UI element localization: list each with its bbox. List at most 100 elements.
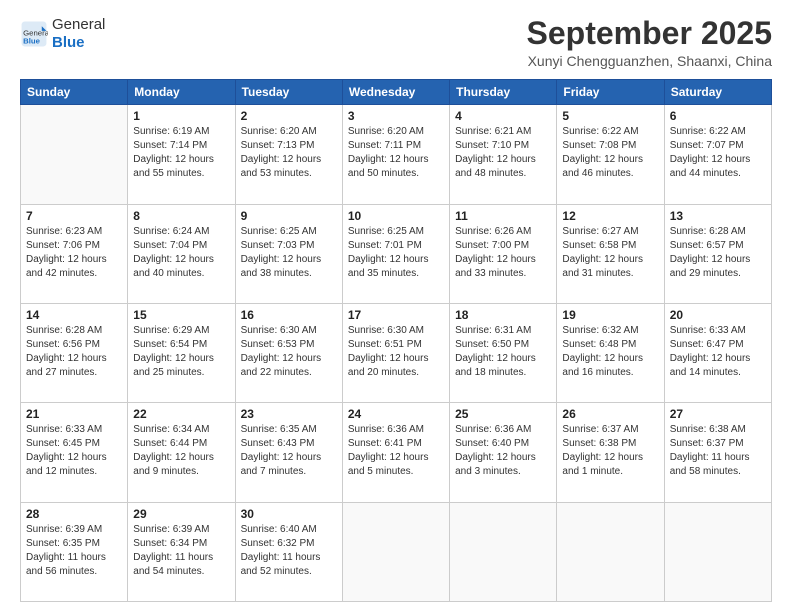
day-number: 6 <box>670 109 766 123</box>
header-thursday: Thursday <box>450 80 557 105</box>
calendar-cell: 11 Sunrise: 6:26 AM Sunset: 7:00 PM Dayli… <box>450 204 557 303</box>
day-number: 2 <box>241 109 337 123</box>
day-info: Sunrise: 6:21 AM Sunset: 7:10 PM Dayligh… <box>455 125 551 181</box>
day-number: 10 <box>348 209 444 223</box>
month-title: September 2025 <box>527 16 772 51</box>
calendar-cell: 23Sunrise: 6:35 AM Sunset: 6:43 PM Dayli… <box>235 403 342 502</box>
day-number: 26 <box>562 407 658 421</box>
day-number: 5 <box>562 109 658 123</box>
day-info: Sunrise: 6:34 AM Sunset: 6:44 PM Dayligh… <box>133 423 229 479</box>
day-info: Sunrise: 6:29 AM Sunset: 6:54 PM Dayligh… <box>133 324 229 380</box>
day-info: Sunrise: 6:31 AM Sunset: 6:50 PM Dayligh… <box>455 324 551 380</box>
calendar-cell: 4 Sunrise: 6:21 AM Sunset: 7:10 PM Daylig… <box>450 105 557 204</box>
calendar-cell: 29 Sunrise: 6:39 AM Sunset: 6:34 PM Dayli… <box>128 502 235 601</box>
calendar-cell: 28 Sunrise: 6:39 AM Sunset: 6:35 PM Dayli… <box>21 502 128 601</box>
day-number: 24 <box>348 407 444 421</box>
day-number: 16 <box>241 308 337 322</box>
logo: General Blue General Blue <box>20 16 105 52</box>
calendar-cell: 9 Sunrise: 6:25 AM Sunset: 7:03 PM Daylig… <box>235 204 342 303</box>
header-saturday: Saturday <box>664 80 771 105</box>
calendar-cell: 16Sunrise: 6:30 AM Sunset: 6:53 PM Dayli… <box>235 303 342 402</box>
day-number: 21 <box>26 407 122 421</box>
logo-general: General <box>52 16 105 33</box>
day-info: Sunrise: 6:24 AM Sunset: 7:04 PM Dayligh… <box>133 225 229 281</box>
calendar-week-row: 7 Sunrise: 6:23 AM Sunset: 7:06 PM Daylig… <box>21 204 772 303</box>
calendar-cell: 19 Sunrise: 6:32 AM Sunset: 6:48 PM Dayli… <box>557 303 664 402</box>
day-info: Sunrise: 6:28 AM Sunset: 6:56 PM Dayligh… <box>26 324 122 380</box>
calendar-cell: 1Sunrise: 6:19 AM Sunset: 7:14 PM Daylig… <box>128 105 235 204</box>
day-info: Sunrise: 6:32 AM Sunset: 6:48 PM Dayligh… <box>562 324 658 380</box>
day-info: Sunrise: 6:25 AM Sunset: 7:03 PM Dayligh… <box>241 225 337 281</box>
calendar-cell: 27 Sunrise: 6:38 AM Sunset: 6:37 PM Dayli… <box>664 403 771 502</box>
day-number: 9 <box>241 209 337 223</box>
weekday-header-row: Sunday Monday Tuesday Wednesday Thursday… <box>21 80 772 105</box>
calendar-cell: 24 Sunrise: 6:36 AM Sunset: 6:41 PM Dayli… <box>342 403 449 502</box>
logo-blue: Blue <box>52 34 85 51</box>
calendar-cell: 8 Sunrise: 6:24 AM Sunset: 7:04 PM Daylig… <box>128 204 235 303</box>
day-info: Sunrise: 6:25 AM Sunset: 7:01 PM Dayligh… <box>348 225 444 281</box>
day-number: 27 <box>670 407 766 421</box>
day-number: 28 <box>26 507 122 521</box>
day-info: Sunrise: 6:37 AM Sunset: 6:38 PM Dayligh… <box>562 423 658 479</box>
day-info: Sunrise: 6:23 AM Sunset: 7:06 PM Dayligh… <box>26 225 122 281</box>
calendar-week-row: 21 Sunrise: 6:33 AM Sunset: 6:45 PM Dayli… <box>21 403 772 502</box>
day-number: 19 <box>562 308 658 322</box>
day-number: 14 <box>26 308 122 322</box>
day-info: Sunrise: 6:39 AM Sunset: 6:34 PM Dayligh… <box>133 523 229 579</box>
day-number: 29 <box>133 507 229 521</box>
calendar-cell: 21 Sunrise: 6:33 AM Sunset: 6:45 PM Dayli… <box>21 403 128 502</box>
calendar-cell <box>557 502 664 601</box>
calendar-cell <box>342 502 449 601</box>
header-tuesday: Tuesday <box>235 80 342 105</box>
calendar-cell: 17 Sunrise: 6:30 AM Sunset: 6:51 PM Dayli… <box>342 303 449 402</box>
calendar-cell: 14 Sunrise: 6:28 AM Sunset: 6:56 PM Dayli… <box>21 303 128 402</box>
day-info: Sunrise: 6:30 AM Sunset: 6:51 PM Dayligh… <box>348 324 444 380</box>
day-info: Sunrise: 6:33 AM Sunset: 6:45 PM Dayligh… <box>26 423 122 479</box>
day-info: Sunrise: 6:38 AM Sunset: 6:37 PM Dayligh… <box>670 423 766 479</box>
calendar-cell: 2 Sunrise: 6:20 AM Sunset: 7:13 PM Daylig… <box>235 105 342 204</box>
day-info: Sunrise: 6:26 AM Sunset: 7:00 PM Dayligh… <box>455 225 551 281</box>
day-info: Sunrise: 6:20 AM Sunset: 7:11 PM Dayligh… <box>348 125 444 181</box>
day-number: 4 <box>455 109 551 123</box>
day-number: 22 <box>133 407 229 421</box>
day-number: 12 <box>562 209 658 223</box>
calendar-cell <box>450 502 557 601</box>
header-friday: Friday <box>557 80 664 105</box>
logo-icon: General Blue <box>20 20 48 48</box>
header-monday: Monday <box>128 80 235 105</box>
calendar-cell: 12Sunrise: 6:27 AM Sunset: 6:58 PM Dayli… <box>557 204 664 303</box>
calendar-cell: 20Sunrise: 6:33 AM Sunset: 6:47 PM Dayli… <box>664 303 771 402</box>
day-info: Sunrise: 6:33 AM Sunset: 6:47 PM Dayligh… <box>670 324 766 380</box>
calendar-cell: 22 Sunrise: 6:34 AM Sunset: 6:44 PM Dayli… <box>128 403 235 502</box>
day-number: 30 <box>241 507 337 521</box>
day-number: 11 <box>455 209 551 223</box>
day-info: Sunrise: 6:40 AM Sunset: 6:32 PM Dayligh… <box>241 523 337 579</box>
header-wednesday: Wednesday <box>342 80 449 105</box>
day-info: Sunrise: 6:36 AM Sunset: 6:41 PM Dayligh… <box>348 423 444 479</box>
day-number: 17 <box>348 308 444 322</box>
day-number: 7 <box>26 209 122 223</box>
calendar-cell: 15Sunrise: 6:29 AM Sunset: 6:54 PM Dayli… <box>128 303 235 402</box>
day-number: 8 <box>133 209 229 223</box>
svg-text:Blue: Blue <box>23 36 41 45</box>
day-info: Sunrise: 6:20 AM Sunset: 7:13 PM Dayligh… <box>241 125 337 181</box>
day-info: Sunrise: 6:28 AM Sunset: 6:57 PM Dayligh… <box>670 225 766 281</box>
day-info: Sunrise: 6:36 AM Sunset: 6:40 PM Dayligh… <box>455 423 551 479</box>
calendar-cell: 6Sunrise: 6:22 AM Sunset: 7:07 PM Daylig… <box>664 105 771 204</box>
header-sunday: Sunday <box>21 80 128 105</box>
calendar-table: Sunday Monday Tuesday Wednesday Thursday… <box>20 79 772 602</box>
calendar-cell: 3Sunrise: 6:20 AM Sunset: 7:11 PM Daylig… <box>342 105 449 204</box>
day-info: Sunrise: 6:35 AM Sunset: 6:43 PM Dayligh… <box>241 423 337 479</box>
calendar-cell: 26 Sunrise: 6:37 AM Sunset: 6:38 PM Dayli… <box>557 403 664 502</box>
calendar-cell: 18 Sunrise: 6:31 AM Sunset: 6:50 PM Dayli… <box>450 303 557 402</box>
page-header: General Blue General Blue September 2025… <box>20 16 772 69</box>
day-info: Sunrise: 6:39 AM Sunset: 6:35 PM Dayligh… <box>26 523 122 579</box>
day-number: 18 <box>455 308 551 322</box>
calendar-cell: 25Sunrise: 6:36 AM Sunset: 6:40 PM Dayli… <box>450 403 557 502</box>
calendar-week-row: 14 Sunrise: 6:28 AM Sunset: 6:56 PM Dayli… <box>21 303 772 402</box>
day-info: Sunrise: 6:19 AM Sunset: 7:14 PM Dayligh… <box>133 125 229 181</box>
calendar-cell: 5Sunrise: 6:22 AM Sunset: 7:08 PM Daylig… <box>557 105 664 204</box>
calendar-cell: 7 Sunrise: 6:23 AM Sunset: 7:06 PM Daylig… <box>21 204 128 303</box>
day-number: 13 <box>670 209 766 223</box>
calendar-cell <box>21 105 128 204</box>
